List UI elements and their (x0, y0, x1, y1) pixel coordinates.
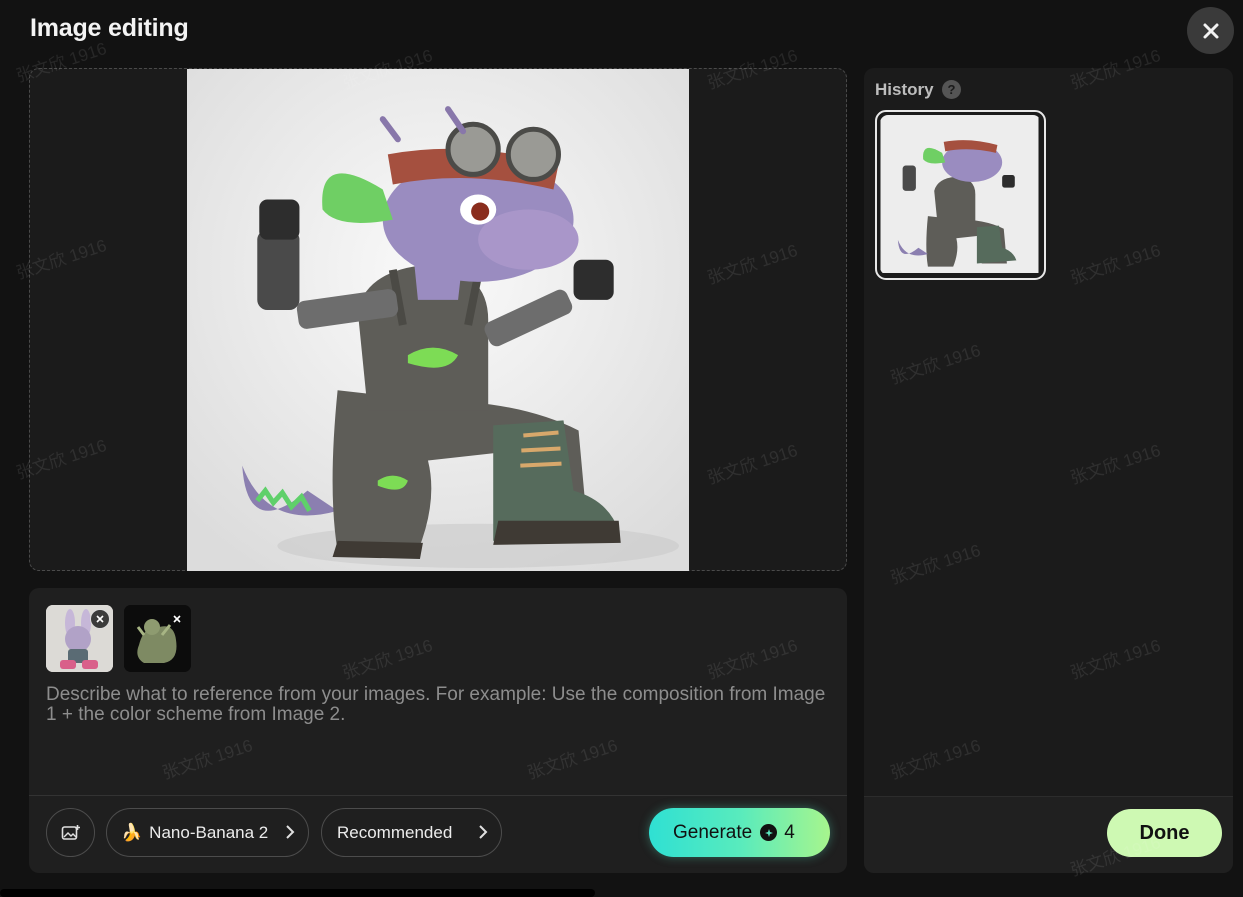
model-label: Nano-Banana 2 (149, 822, 269, 842)
toolbar-divider (29, 795, 847, 796)
quality-selector[interactable]: Recommended (321, 808, 502, 857)
generate-label: Generate (673, 821, 753, 843)
close-icon (173, 615, 181, 623)
prompt-input[interactable] (46, 685, 836, 785)
close-icon (96, 615, 104, 623)
remove-reference-1-button[interactable] (90, 609, 110, 629)
done-button[interactable]: Done (1107, 809, 1222, 857)
bottom-scrollbar[interactable] (0, 889, 595, 897)
image-upload-icon (61, 824, 80, 840)
close-button[interactable] (1187, 7, 1234, 54)
history-footer: Done (864, 796, 1233, 873)
help-icon[interactable]: ? (942, 80, 961, 99)
quality-label: Recommended (337, 822, 453, 842)
history-item[interactable] (875, 110, 1046, 280)
prompt-panel: 🍌 Nano-Banana 2 Recommended Generate 4 (29, 588, 847, 873)
chevron-right-icon (286, 825, 295, 839)
dialog-title: Image editing (30, 14, 189, 42)
model-selector[interactable]: 🍌 Nano-Banana 2 (106, 808, 309, 857)
credit-icon (760, 824, 778, 841)
history-panel: History ? Done (864, 68, 1233, 873)
main-image (187, 69, 689, 571)
history-label: History (875, 80, 934, 99)
canvas-panel (29, 68, 847, 571)
close-icon (1203, 23, 1218, 38)
generate-cost: 4 (784, 821, 795, 843)
banana-icon: 🍌 (121, 822, 143, 842)
remove-reference-2-button[interactable] (167, 609, 187, 629)
upload-image-button[interactable] (46, 808, 95, 857)
chevron-right-icon (479, 825, 488, 839)
generate-button[interactable]: Generate 4 (649, 808, 830, 857)
